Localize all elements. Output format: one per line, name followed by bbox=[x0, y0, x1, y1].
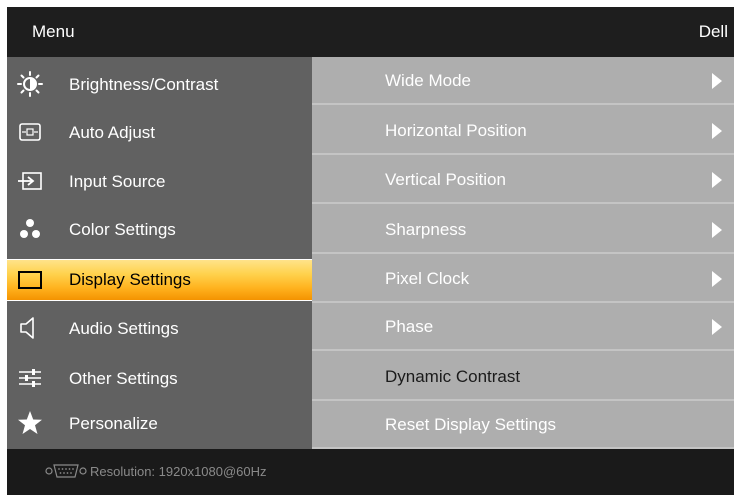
display-icon bbox=[17, 266, 43, 292]
menu-item-personalize[interactable]: Personalize bbox=[7, 404, 312, 444]
submenu-item-label: Vertical Position bbox=[385, 170, 506, 189]
menu-header: Menu Dell bbox=[7, 7, 734, 57]
submenu-item-horizontal-position[interactable]: Horizontal Position bbox=[312, 107, 734, 155]
submenu-item-label: Wide Mode bbox=[385, 71, 471, 90]
menu-item-label: Color Settings bbox=[69, 220, 176, 239]
auto-adjust-icon bbox=[17, 119, 43, 145]
submenu-item-label: Horizontal Position bbox=[385, 121, 527, 140]
brand-label: Dell bbox=[698, 22, 728, 41]
submenu-item-label: Reset Display Settings bbox=[385, 415, 557, 434]
brightness-icon bbox=[17, 71, 43, 97]
menu-item-label: Audio Settings bbox=[69, 319, 179, 338]
arrow-right-icon bbox=[712, 73, 722, 89]
menu-item-brightness-contrast[interactable]: Brightness/Contrast bbox=[7, 65, 312, 105]
menu-item-audio-settings[interactable]: Audio Settings bbox=[7, 309, 312, 349]
submenu-item-wide-mode[interactable]: Wide Mode bbox=[312, 57, 734, 105]
resolution-readout: Resolution: 1920x1080@60Hz bbox=[90, 464, 267, 479]
menu-item-display-settings[interactable]: Display Settings bbox=[7, 259, 312, 301]
submenu-item-dynamic-contrast[interactable]: Dynamic Contrast bbox=[312, 353, 734, 401]
menu-item-label: Personalize bbox=[69, 414, 158, 433]
input-source-icon bbox=[17, 168, 43, 194]
submenu-item-label: Pixel Clock bbox=[385, 269, 470, 288]
arrow-right-icon bbox=[712, 319, 722, 335]
menu-title: Menu bbox=[32, 22, 75, 41]
menu-item-label: Other Settings bbox=[69, 369, 178, 388]
star-icon bbox=[17, 410, 43, 436]
color-settings-icon bbox=[17, 216, 43, 242]
arrow-right-icon bbox=[712, 123, 722, 139]
submenu-item-sharpness[interactable]: Sharpness bbox=[312, 206, 734, 254]
osd-menu: Menu Dell Brightness/Contrast Auto Adjus… bbox=[7, 7, 734, 495]
menu-item-input-source[interactable]: Input Source bbox=[7, 162, 312, 202]
menu-item-label: Input Source bbox=[69, 172, 166, 191]
menu-item-other-settings[interactable]: Other Settings bbox=[7, 359, 312, 399]
speaker-icon bbox=[17, 315, 43, 341]
submenu-item-phase[interactable]: Phase bbox=[312, 303, 734, 351]
submenu-panel: Wide Mode Horizontal Position Vertical P… bbox=[312, 57, 734, 449]
submenu-item-reset-display-settings[interactable]: Reset Display Settings bbox=[312, 401, 734, 449]
arrow-right-icon bbox=[712, 222, 722, 238]
status-bar: Resolution: 1920x1080@60Hz bbox=[7, 449, 734, 495]
submenu-item-vertical-position[interactable]: Vertical Position bbox=[312, 156, 734, 204]
menu-item-color-settings[interactable]: Color Settings bbox=[7, 210, 312, 250]
menu-item-auto-adjust[interactable]: Auto Adjust bbox=[7, 113, 312, 153]
submenu-item-label: Phase bbox=[385, 317, 434, 336]
submenu-item-label: Sharpness bbox=[385, 220, 467, 239]
submenu-item-pixel-clock[interactable]: Pixel Clock bbox=[312, 255, 734, 303]
submenu-item-label: Dynamic Contrast bbox=[385, 367, 521, 386]
vga-connector-icon bbox=[45, 462, 87, 483]
main-menu: Brightness/Contrast Auto Adjust Input So… bbox=[7, 57, 312, 449]
arrow-right-icon bbox=[712, 271, 722, 287]
menu-item-label: Brightness/Contrast bbox=[69, 75, 219, 94]
menu-item-label: Auto Adjust bbox=[69, 123, 156, 142]
menu-item-label: Display Settings bbox=[69, 270, 191, 289]
other-settings-icon bbox=[17, 365, 43, 391]
arrow-right-icon bbox=[712, 172, 722, 188]
